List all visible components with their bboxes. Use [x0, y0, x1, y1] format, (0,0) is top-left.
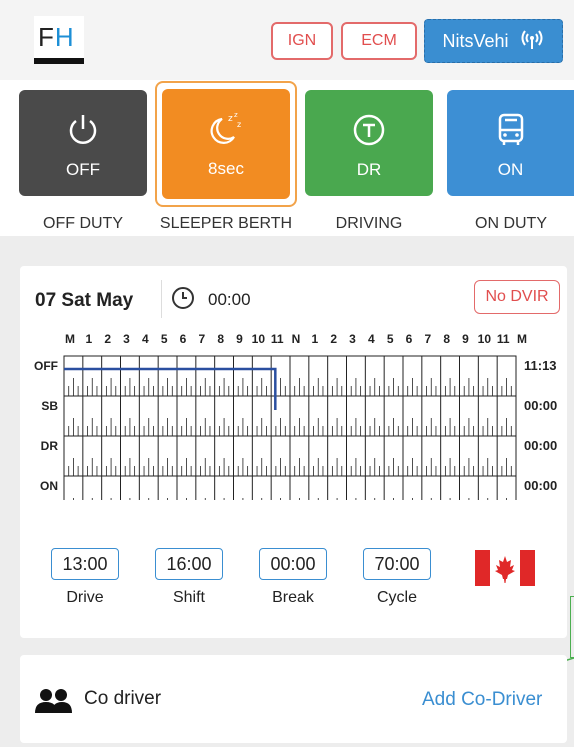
hour-label: M	[517, 332, 527, 346]
add-co-driver-link[interactable]: Add Co-Driver	[422, 689, 542, 711]
sleep-moon-icon: zzz	[206, 111, 246, 147]
log-graph[interactable]: OFF 11:13 SB 00:00 DR 00:00 ON 00:00	[34, 350, 564, 500]
drive-summary: 13:00 Drive	[40, 548, 130, 607]
daily-log-card: 07 Sat May 00:00 No DVIR M 1 2 3 4 5 6 7 8 9 10 11 N…	[20, 266, 567, 638]
hour-label: 6	[405, 332, 413, 346]
on-duty-label: ON DUTY	[475, 215, 547, 232]
power-icon	[67, 112, 99, 148]
drive-value: 13:00	[51, 548, 119, 580]
hour-label: 10	[477, 332, 492, 346]
driving-value: DR	[356, 160, 382, 179]
on-duty-value: ON	[497, 160, 524, 179]
hour-label: 8	[443, 332, 450, 346]
duty-status-row: OFF zzz 8sec DR ON	[0, 80, 574, 236]
co-driver-card: Co driver Add Co-Driver	[20, 655, 567, 743]
row-label-off: OFF	[34, 359, 58, 373]
hour-label: 7	[198, 332, 206, 346]
hour-label: 8	[217, 332, 224, 346]
log-time: 00:00	[208, 290, 251, 309]
hour-label: M	[65, 332, 75, 346]
ign-button[interactable]: IGN	[271, 22, 333, 60]
drive-label: Drive	[66, 589, 104, 606]
hour-label: 3	[349, 332, 356, 346]
hour-label: 6	[179, 332, 187, 346]
cycle-value: 70:00	[363, 548, 431, 580]
cycle-label: Cycle	[376, 589, 417, 606]
sleeper-berth-label: SLEEPER BERTH	[159, 215, 293, 232]
ecm-button[interactable]: ECM	[341, 22, 417, 60]
hour-label: 9	[462, 332, 469, 346]
sleeper-berth-tile[interactable]: zzz 8sec	[162, 89, 290, 199]
shift-label: Shift	[172, 589, 205, 606]
hour-label: 4	[367, 332, 375, 346]
driving-tile[interactable]: DR	[305, 90, 433, 196]
row-total-on: 00:00	[524, 478, 557, 493]
driving-label: DRIVING	[335, 215, 403, 232]
row-label-dr: DR	[41, 439, 59, 453]
hour-label: 3	[123, 332, 130, 346]
logo-underline	[34, 58, 84, 64]
hour-label: 11	[496, 332, 510, 346]
hour-label: 1	[311, 332, 319, 346]
sleeper-berth-value: 8sec	[208, 159, 244, 178]
on-duty-tile[interactable]: ON	[447, 90, 574, 196]
vehicle-name: NitsVehi	[442, 30, 509, 51]
hour-label: 1	[85, 332, 93, 346]
top-bar: FH IGN ECM NitsVehi	[0, 0, 574, 81]
row-label-on: ON	[40, 479, 58, 493]
shift-summary: 16:00 Shift	[144, 548, 234, 607]
clock-icon	[172, 287, 194, 309]
logo-letter-f: F	[38, 22, 55, 52]
log-date: 07 Sat May	[35, 290, 134, 311]
off-duty-value: OFF	[66, 160, 100, 179]
shift-value: 16:00	[155, 548, 223, 580]
hour-label: 5	[386, 332, 394, 346]
co-driver-label: Co driver	[84, 688, 162, 709]
antenna-signal-icon	[519, 28, 545, 55]
cycle-summary: 70:00 Cycle	[352, 548, 442, 607]
hour-label: 4	[141, 332, 149, 346]
hour-labels: M 1 2 3 4 5 6 7 8 9 10 11 N 1 2 3 4 5 6 7 8 9 10 11 M	[60, 332, 536, 348]
hour-label: 10	[251, 332, 266, 346]
svg-text:z: z	[237, 120, 241, 129]
sleeper-berth-selected-frame[interactable]: zzz 8sec	[155, 81, 297, 207]
off-duty-label: OFF DUTY	[43, 215, 123, 232]
vehicle-connection-button[interactable]: NitsVehi	[424, 19, 563, 63]
hour-label: 9	[236, 332, 243, 346]
hour-label: 2	[104, 332, 111, 346]
row-total-dr: 00:00	[524, 438, 557, 453]
hour-label: 11	[270, 332, 284, 346]
canada-flag-icon[interactable]	[475, 550, 535, 586]
row-total-off: 11:13	[524, 358, 557, 373]
annotation-bracket	[570, 596, 574, 658]
steering-icon	[352, 112, 386, 148]
hour-label: 7	[424, 332, 432, 346]
svg-text:z: z	[234, 111, 238, 119]
no-dvir-button[interactable]: No DVIR	[474, 280, 560, 314]
app-logo: FH	[34, 16, 84, 64]
row-label-sb: SB	[41, 399, 58, 413]
bus-icon	[494, 112, 528, 148]
break-value: 00:00	[259, 548, 327, 580]
hour-label: 5	[160, 332, 168, 346]
date-divider	[161, 280, 162, 318]
break-label: Break	[272, 589, 314, 606]
hour-label: 2	[330, 332, 337, 346]
break-summary: 00:00 Break	[248, 548, 338, 607]
hour-label: N	[291, 332, 301, 346]
off-duty-tile[interactable]: OFF	[19, 90, 147, 196]
row-total-sb: 00:00	[524, 398, 557, 413]
people-icon	[35, 689, 72, 713]
logo-letter-h: H	[54, 22, 75, 52]
svg-text:z: z	[228, 114, 233, 124]
